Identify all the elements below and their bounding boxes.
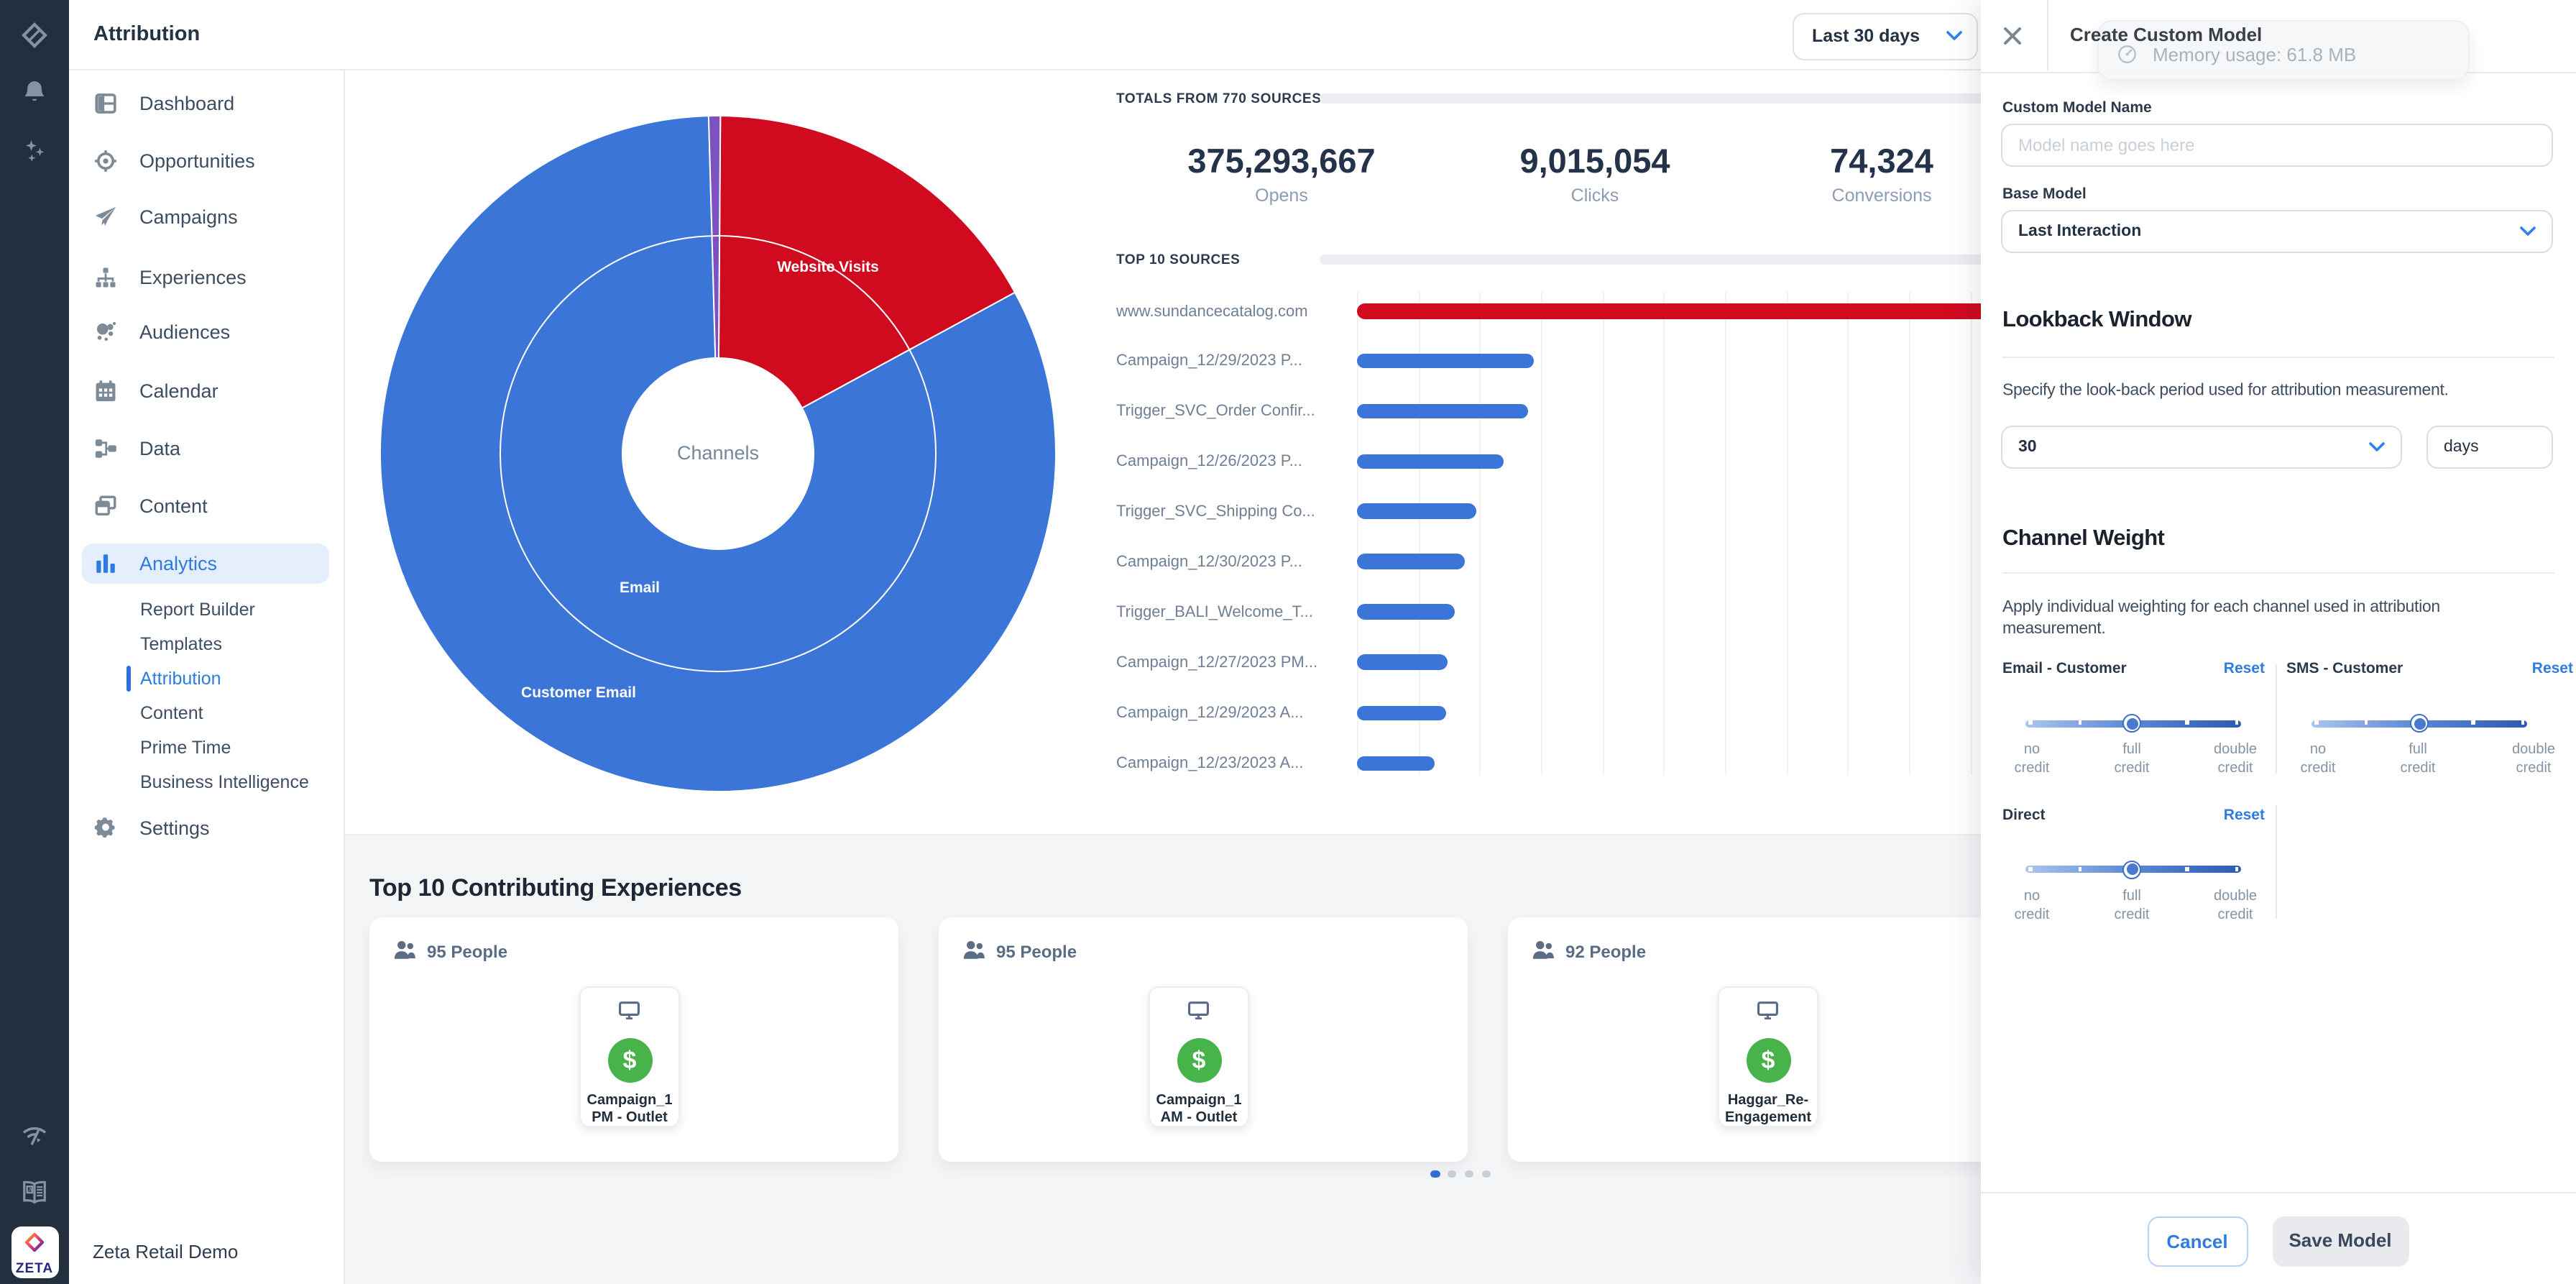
svg-text:A: A xyxy=(28,1186,32,1193)
